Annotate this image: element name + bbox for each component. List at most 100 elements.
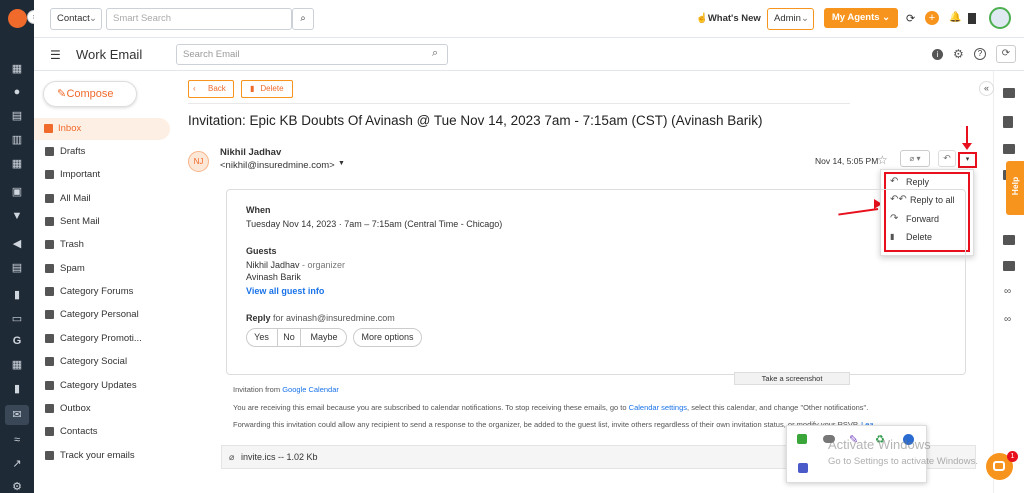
bell-icon[interactable]: 🔔	[949, 12, 961, 23]
megaphone-icon[interactable]: ◀	[11, 238, 23, 250]
shield-icon[interactable]	[797, 434, 807, 444]
calendar-icon[interactable]	[968, 13, 976, 24]
attachment-name[interactable]: invite.ics -- 1.02 Kb	[241, 452, 318, 462]
delete-label: Delete	[260, 84, 284, 93]
search-icon[interactable]: ⌕	[432, 47, 438, 60]
my-agents-button[interactable]: My Agents ⌄	[824, 8, 898, 28]
sidebar-item-label: Contacts	[60, 426, 98, 437]
table-icon[interactable]: ▦	[11, 158, 23, 170]
chevron-down-icon: ⌄	[89, 13, 97, 24]
sidebar-item-label: Trash	[60, 239, 84, 250]
search-icon[interactable]: ⌕	[292, 8, 314, 30]
admin-select[interactable]: Admin ⌄	[767, 8, 814, 30]
paperclip-icon: ⌀	[229, 452, 235, 462]
calendar-settings-link[interactable]: Calendar settings	[629, 403, 687, 412]
link-icon[interactable]: ∞	[1004, 314, 1011, 325]
refresh-icon[interactable]: ⟳	[906, 12, 915, 25]
id-card-icon[interactable]: ▣	[11, 186, 23, 198]
smart-search-input[interactable]: Smart Search	[106, 8, 292, 30]
back-label: Back	[208, 84, 226, 93]
documents-icon[interactable]: ▤	[11, 110, 23, 122]
calendar-icon[interactable]: ▦	[11, 359, 23, 371]
rsvp-no-button[interactable]: No	[278, 328, 301, 347]
email-header: ☰ Work Email Search Email ⌕ i ⚙ ? ⟳	[34, 38, 1024, 71]
drafts-icon	[45, 147, 54, 156]
sidebar-item-sent-mail[interactable]: Sent Mail	[45, 211, 203, 233]
sidebar-item-outbox[interactable]: Outbox	[45, 398, 203, 420]
attachment-dropdown[interactable]: ⌀ ▾	[900, 150, 930, 167]
sidebar-item-important[interactable]: Important	[45, 164, 203, 186]
guest-organizer: Nikhil Jadhav - organizer	[246, 260, 345, 270]
guest-role: - organizer	[299, 260, 346, 270]
caret-down-icon[interactable]: ▼	[338, 160, 345, 167]
reply-icon[interactable]: ↶	[938, 150, 956, 167]
handshake-icon[interactable]	[1003, 235, 1015, 245]
search-email-input[interactable]: Search Email	[176, 44, 448, 65]
sidebar-item-category-promotions[interactable]: Category Promoti...	[45, 328, 203, 350]
pencil-icon: ✎	[57, 88, 67, 100]
back-button[interactable]: ‹ Back	[188, 80, 234, 98]
sidebar-item-label: Category Personal	[60, 309, 139, 320]
sidebar-item-category-updates[interactable]: Category Updates	[45, 375, 203, 397]
filter-icon[interactable]	[1003, 144, 1015, 154]
gear-icon[interactable]: ⚙	[953, 47, 964, 61]
rsvp-yes-button[interactable]: Yes	[246, 328, 278, 347]
folder-icon[interactable]: ▭	[11, 313, 23, 325]
reply-for-text: for avinash@insuredmine.com	[270, 313, 395, 323]
google-icon[interactable]: G	[11, 335, 23, 347]
compose-button[interactable]: ✎ Compose	[43, 81, 137, 107]
menu-icon[interactable]: ☰	[50, 48, 61, 62]
trash-icon: ▮	[250, 84, 255, 93]
sidebar-item-drafts[interactable]: Drafts	[45, 141, 203, 163]
bank-icon[interactable]: ▥	[11, 134, 23, 146]
handshake-icon[interactable]: ≈	[11, 434, 23, 446]
star-icon[interactable]: ☆	[877, 153, 888, 167]
google-calendar-link[interactable]: Google Calendar	[282, 385, 339, 394]
sidebar-item-track-emails[interactable]: Track your emails	[45, 445, 203, 467]
collapse-panel-icon[interactable]: «	[979, 81, 994, 96]
notes-icon[interactable]	[1003, 116, 1013, 128]
whats-new-link[interactable]: ☝What's New	[696, 13, 761, 24]
refresh-icon[interactable]: ⟳	[996, 45, 1016, 63]
mail-icon[interactable]: ✉	[5, 405, 29, 425]
sidebar-item-contacts[interactable]: Contacts	[45, 421, 203, 443]
book-icon[interactable]: ▮	[11, 383, 23, 395]
sidebar-item-inbox[interactable]: Inbox	[34, 118, 170, 140]
whats-new-label: What's New	[707, 13, 761, 24]
contacts-icon[interactable]: ●	[11, 86, 23, 98]
delete-button[interactable]: ▮ Delete	[241, 80, 293, 98]
teams-icon[interactable]	[798, 463, 808, 473]
sidebar-item-spam[interactable]: Spam	[45, 258, 203, 280]
sidebar-item-label: Inbox	[58, 123, 82, 134]
add-icon[interactable]: +	[925, 11, 939, 25]
sidebar-item-category-forums[interactable]: Category Forums	[45, 281, 203, 303]
rsvp-maybe-button[interactable]: Maybe	[301, 328, 347, 347]
tray-popup: ✎ ♻	[786, 425, 927, 483]
more-options-button[interactable]: More options	[353, 328, 422, 347]
my-agents-label: My Agents	[831, 12, 880, 23]
settings-icon[interactable]: ⚙	[11, 481, 23, 493]
help-icon[interactable]: ?	[974, 48, 986, 60]
contact-select[interactable]: Contact ⌄	[50, 8, 102, 30]
folder-icon[interactable]	[1003, 88, 1015, 98]
more-actions-dropdown[interactable]: ▾	[958, 152, 977, 168]
sidebar-item-category-social[interactable]: Category Social	[45, 351, 203, 373]
info-icon[interactable]: i	[932, 49, 943, 60]
filter-icon[interactable]: ▼	[11, 210, 23, 222]
list-icon[interactable]: ▤	[11, 262, 23, 274]
help-tab[interactable]: Help	[1006, 161, 1024, 215]
sidebar-item-all-mail[interactable]: All Mail	[45, 188, 203, 210]
view-all-guests-link[interactable]: View all guest info	[246, 286, 324, 296]
sidebar-item-trash[interactable]: Trash	[45, 234, 203, 256]
user-avatar[interactable]	[989, 7, 1011, 29]
app-logo[interactable]	[8, 9, 27, 28]
reply-label: Reply	[246, 313, 271, 323]
dashboard-icon[interactable]: ▦	[11, 63, 23, 75]
chart-icon[interactable]: ▮	[11, 289, 23, 301]
mail-icon[interactable]	[1003, 261, 1015, 271]
link-icon[interactable]: ∞	[1004, 286, 1011, 297]
notification-notice: You are receiving this email because you…	[233, 403, 873, 412]
analytics-icon[interactable]: ↗	[11, 458, 23, 470]
sidebar-item-category-personal[interactable]: Category Personal	[45, 304, 203, 326]
screenshot-tooltip: Take a screenshot	[734, 372, 850, 385]
